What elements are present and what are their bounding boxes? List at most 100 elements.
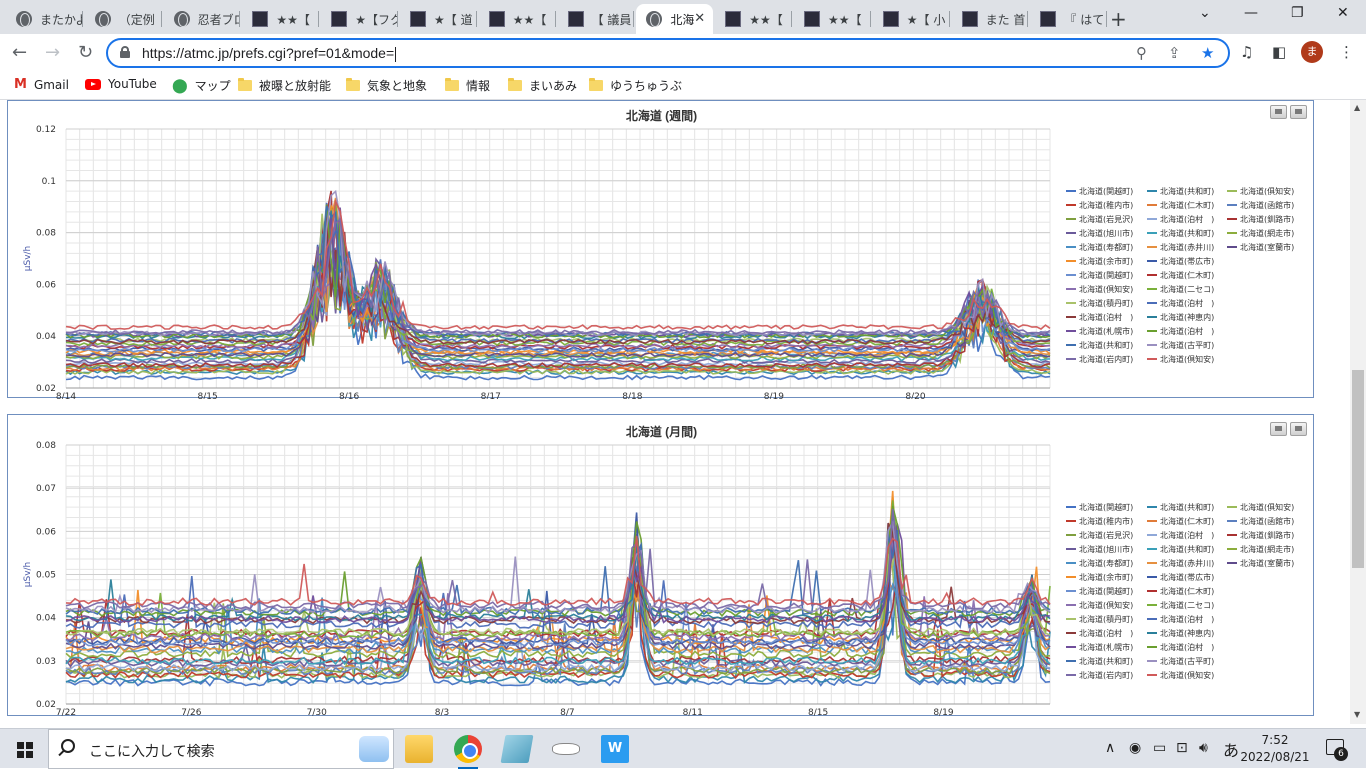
legend-entry[interactable]: 北海道(帯広市) xyxy=(1160,256,1214,266)
legend-entry[interactable]: 北海道(関越町) xyxy=(1079,270,1133,280)
bookmark-folder-maiami[interactable]: まいあみ xyxy=(508,77,577,94)
legend-entry[interactable]: 北海道(古平町) xyxy=(1160,656,1214,666)
legend-entry[interactable]: 北海道(仁木町) xyxy=(1160,200,1214,210)
bookmark-folder-youtube[interactable]: ゆうちゅうぶ xyxy=(589,77,682,94)
legend-entry[interactable]: 北海道(積丹町) xyxy=(1079,614,1133,624)
side-panel-icon[interactable]: ◧ xyxy=(1272,43,1286,61)
legend-entry[interactable]: 北海道(釧路市) xyxy=(1240,530,1294,540)
forward-button[interactable]: → xyxy=(45,42,60,63)
bookmark-folder-radiation[interactable]: 被曝と放射能 xyxy=(238,77,331,94)
bookmark-maps[interactable]: ⬤ マップ xyxy=(172,77,231,94)
ebook-app-icon[interactable] xyxy=(500,735,534,763)
bookmark-star-icon[interactable]: ★ xyxy=(1201,44,1214,62)
legend-entry[interactable]: 北海道(泊村 ) xyxy=(1079,312,1133,322)
legend-entry[interactable]: 北海道(網走市) xyxy=(1240,544,1294,554)
bookmark-gmail[interactable]: M Gmail xyxy=(14,77,69,92)
chrome-icon[interactable] xyxy=(454,735,482,769)
browser-tab[interactable]: 忍者ブロ xyxy=(164,4,241,34)
legend-entry[interactable]: 北海道(稚内市) xyxy=(1079,516,1133,526)
page-scrollbar[interactable]: ▲ ▼ xyxy=(1350,100,1366,724)
bookmark-folder-weather[interactable]: 気象と地象 xyxy=(346,77,427,94)
legend-entry[interactable]: 北海道(帯広市) xyxy=(1160,572,1214,582)
windows-start-icon[interactable] xyxy=(17,742,33,758)
scroll-down-arrow-icon[interactable]: ▼ xyxy=(1354,710,1360,719)
bookmark-folder-info[interactable]: 情報 xyxy=(445,77,490,94)
legend-entry[interactable]: 北海道(共和町) xyxy=(1160,186,1214,196)
legend-entry[interactable]: 北海道(泊村 ) xyxy=(1160,642,1214,652)
lock-icon[interactable] xyxy=(120,46,130,58)
zoom-icon[interactable]: ⚲ xyxy=(1136,44,1147,62)
legend-entry[interactable]: 北海道(積丹町) xyxy=(1079,298,1133,308)
legend-entry[interactable]: 北海道(俱知安) xyxy=(1240,186,1294,196)
scroll-up-arrow-icon[interactable]: ▲ xyxy=(1354,103,1360,112)
browser-tab[interactable]: ★★【 xyxy=(479,4,556,34)
tab-close-icon[interactable]: ✕ xyxy=(694,11,705,26)
legend-entry[interactable]: 北海道(倶知安) xyxy=(1160,354,1214,364)
legend-entry[interactable]: 北海道(関越町) xyxy=(1079,186,1133,196)
legend-entry[interactable]: 北海道(倶知安) xyxy=(1160,670,1214,680)
file-explorer-icon[interactable] xyxy=(405,735,433,763)
legend-entry[interactable]: 北海道(神恵内) xyxy=(1160,628,1214,638)
browser-tab[interactable]: 『 はて xyxy=(1030,4,1108,34)
legend-entry[interactable]: 北海道(共和町) xyxy=(1160,544,1214,554)
scroll-thumb[interactable] xyxy=(1352,370,1364,568)
browser-tab[interactable]: 北海 ✕ xyxy=(636,4,714,34)
browser-tab[interactable]: ★★【 xyxy=(715,4,792,34)
legend-entry[interactable]: 北海道(仁木町) xyxy=(1160,586,1214,596)
browser-tab[interactable]: ★【 道 xyxy=(400,4,477,34)
browser-tab[interactable]: ★★【 xyxy=(794,4,871,34)
legend-entry[interactable]: 北海道(関越町) xyxy=(1079,502,1133,512)
media-control-icon[interactable]: ♫ xyxy=(1240,43,1253,61)
legend-entry[interactable]: 北海道(泊村 ) xyxy=(1160,214,1214,224)
back-button[interactable]: ← xyxy=(12,42,27,63)
legend-entry[interactable]: 北海道(岩内町) xyxy=(1079,670,1133,680)
maximize-button[interactable]: ❐ xyxy=(1291,5,1304,21)
legend-entry[interactable]: 北海道(俱知安) xyxy=(1240,502,1294,512)
legend-entry[interactable]: 北海道(共和町) xyxy=(1079,656,1133,666)
legend-entry[interactable]: 北海道(赤井川) xyxy=(1160,558,1214,568)
legend-entry[interactable]: 北海道(札幌市) xyxy=(1079,326,1133,336)
legend-entry[interactable]: 北海道(二セコ) xyxy=(1160,284,1214,294)
legend-entry[interactable]: 北海道(函館市) xyxy=(1240,516,1294,526)
legend-entry[interactable]: 北海道(泊村 ) xyxy=(1079,628,1133,638)
legend-entry[interactable]: 北海道(仁木町) xyxy=(1160,516,1214,526)
legend-entry[interactable]: 北海道(神恵内) xyxy=(1160,312,1214,322)
browser-tab[interactable]: ★★【 xyxy=(242,4,320,34)
network-icon[interactable]: ⊡ xyxy=(1176,740,1188,756)
browser-tab[interactable]: またかよ xyxy=(6,4,83,34)
ime-indicator[interactable]: あ xyxy=(1223,737,1239,761)
legend-entry[interactable]: 北海道(網走市) xyxy=(1240,228,1294,238)
legend-entry[interactable]: 北海道(函館市) xyxy=(1240,200,1294,210)
close-window-button[interactable]: ✕ xyxy=(1337,5,1349,21)
legend-entry[interactable]: 北海道(岩見沢) xyxy=(1079,530,1133,540)
browser-tab[interactable]: （定例 xyxy=(85,4,162,34)
legend-entry[interactable]: 北海道(釧路市) xyxy=(1240,214,1294,224)
browser-tab[interactable]: ★【 小 xyxy=(873,4,950,34)
legend-entry[interactable]: 北海道(泊村 ) xyxy=(1160,614,1214,624)
url-text[interactable]: https://atmc.jp/prefs.cgi?pref=01&mode= xyxy=(142,45,397,62)
legend-entry[interactable]: 北海道(倶知安) xyxy=(1079,600,1133,610)
browser-tab[interactable]: また 首 xyxy=(952,4,1029,34)
legend-entry[interactable]: 北海道(関越町) xyxy=(1079,586,1133,596)
legend-entry[interactable]: 北海道(二セコ) xyxy=(1160,600,1214,610)
menu-kebab-icon[interactable]: ⋮ xyxy=(1339,43,1354,61)
legend-entry[interactable]: 北海道(共和町) xyxy=(1079,340,1133,350)
address-bar[interactable]: https://atmc.jp/prefs.cgi?pref=01&mode= … xyxy=(106,38,1230,68)
legend-entry[interactable]: 北海道(岩見沢) xyxy=(1079,214,1133,224)
legend-entry[interactable]: 北海道(泊村 ) xyxy=(1160,298,1214,308)
volume-icon[interactable]: 🔊︎ xyxy=(1199,740,1208,756)
legend-entry[interactable]: 北海道(余市町) xyxy=(1079,572,1133,582)
tab-search-chevron-icon[interactable]: ⌄ xyxy=(1199,5,1211,21)
legend-entry[interactable]: 北海道(旭川市) xyxy=(1079,544,1133,554)
profile-avatar[interactable]: ま xyxy=(1301,41,1323,63)
browser-tab[interactable]: 【 議員 xyxy=(558,4,635,34)
reload-button[interactable]: ↻ xyxy=(78,42,93,63)
legend-entry[interactable]: 北海道(稚内市) xyxy=(1079,200,1133,210)
legend-entry[interactable]: 北海道(共和町) xyxy=(1160,228,1214,238)
legend-entry[interactable]: 北海道(札幌市) xyxy=(1079,642,1133,652)
minimize-button[interactable]: — xyxy=(1244,5,1258,21)
legend-entry[interactable]: 北海道(寿都町) xyxy=(1079,242,1133,252)
w-app-icon[interactable]: W xyxy=(601,735,629,763)
browser-tab[interactable]: ★【フク xyxy=(321,4,398,34)
legend-entry[interactable]: 北海道(倶知安) xyxy=(1079,284,1133,294)
